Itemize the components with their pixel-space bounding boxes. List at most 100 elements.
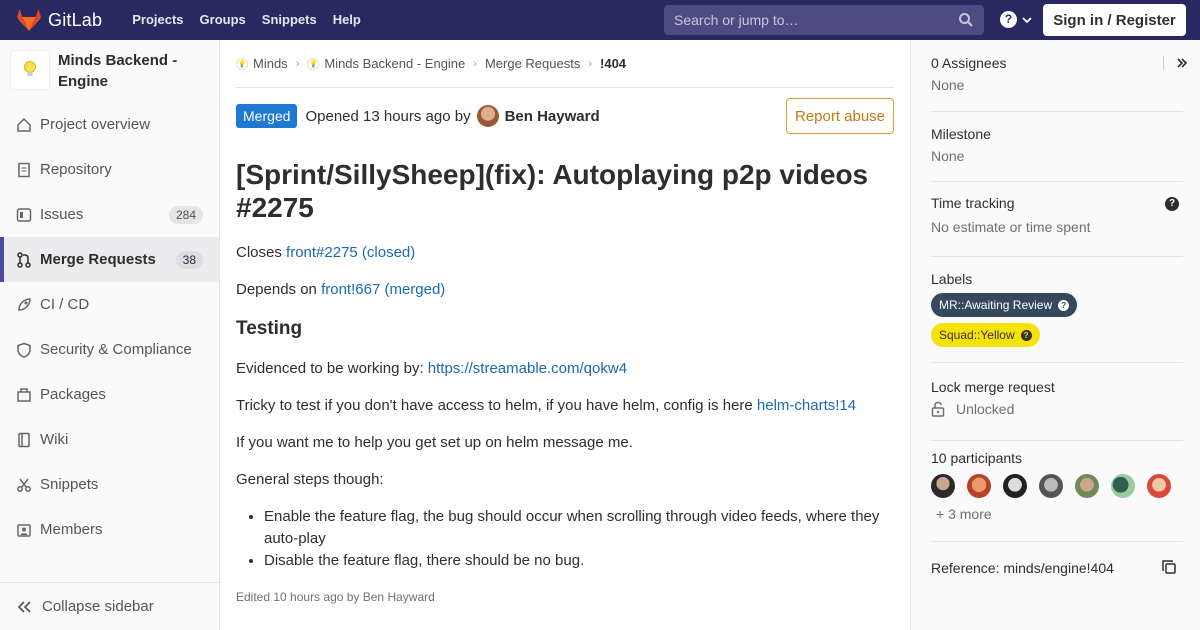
sidebar-item-label: Repository	[40, 161, 112, 178]
sidebar-item-label: Project overview	[40, 116, 151, 133]
project-header[interactable]: Minds Backend - Engine	[10, 50, 210, 92]
avatar[interactable]	[1003, 474, 1027, 498]
assignees-value: None	[931, 77, 965, 93]
double-chevron-left-icon	[17, 600, 31, 613]
question-icon: ?	[1058, 299, 1070, 311]
help-dropdown[interactable]: ?	[1000, 11, 1032, 28]
nav-projects[interactable]: Projects	[124, 0, 191, 40]
author-avatar[interactable]	[476, 105, 499, 127]
sidebar-item-label: Snippets	[40, 476, 99, 493]
avatar[interactable]	[1111, 474, 1135, 498]
nav-snippets[interactable]: Snippets	[254, 0, 325, 40]
assignees-label: 0 Assignees	[931, 55, 1007, 71]
breadcrumb-item-current[interactable]: !404	[600, 56, 626, 71]
sidebar-item-label: Issues	[40, 206, 84, 223]
sidebar-item-packages[interactable]: Packages	[0, 372, 219, 417]
sidebar-item-security[interactable]: Security & Compliance	[0, 327, 219, 372]
question-icon[interactable]: ?	[1165, 197, 1179, 211]
shield-icon	[16, 342, 32, 358]
gitlab-logo-icon	[17, 9, 41, 31]
breadcrumb-item-minds[interactable]: 💡 Minds	[236, 56, 288, 71]
breadcrumb-item-merge-requests[interactable]: Merge Requests	[485, 56, 580, 71]
report-abuse-button[interactable]: Report abuse	[786, 98, 894, 134]
steps-list: Enable the feature flag, the bug should …	[264, 506, 896, 572]
book-icon	[16, 432, 32, 448]
label-text: Squad::Yellow	[939, 328, 1015, 342]
list-item: Disable the feature flag, there should b…	[264, 550, 896, 572]
more-participants-link[interactable]: + 3 more	[936, 506, 1183, 522]
avatar[interactable]	[1039, 474, 1063, 498]
closes-line: Closes front#2275 (closed)	[236, 242, 896, 263]
package-icon	[16, 387, 32, 403]
nav-groups[interactable]: Groups	[192, 0, 254, 40]
merge-request-icon	[16, 251, 32, 268]
sidebar-item-repository[interactable]: Repository	[0, 147, 219, 192]
milestone-block: Milestone None	[931, 126, 1183, 182]
label-mr-awaiting-review[interactable]: MR::Awaiting Review ?	[931, 293, 1078, 317]
lightbulb-icon: 💡	[236, 57, 248, 70]
chevron-down-icon	[1022, 16, 1032, 23]
sidebar-item-merge-requests[interactable]: Merge Requests 38	[0, 237, 219, 282]
lock-value: Unlocked	[956, 401, 1015, 417]
general-steps-line: General steps though:	[236, 471, 384, 488]
main-content: 💡 Minds › 💡 Minds Backend - Engine › Mer…	[220, 40, 910, 630]
copy-icon[interactable]	[1161, 559, 1177, 575]
question-icon: ?	[1020, 329, 1032, 341]
collapse-sidebar-button[interactable]: Collapse sidebar	[0, 582, 219, 630]
depends-line: Depends on front!667 (merged)	[236, 279, 896, 300]
closes-prefix: Closes	[236, 244, 287, 261]
mr-header: Merged Opened 13 hours ago by Ben Haywar…	[236, 98, 894, 134]
assignees-block: 0 Assignees None	[931, 55, 1183, 112]
status-badge: Merged	[236, 104, 298, 128]
breadcrumb-label: Minds	[253, 56, 288, 71]
issues-count-badge: 284	[168, 205, 203, 224]
milestone-label: Milestone	[931, 126, 991, 142]
nav-help[interactable]: Help	[325, 0, 369, 40]
label-text: MR::Awaiting Review	[939, 298, 1053, 312]
home-icon	[16, 117, 32, 133]
page-title: [Sprint/SillySheep](fix): Autoplaying p2…	[236, 159, 869, 223]
depends-link[interactable]: front!667 (merged)	[321, 281, 445, 298]
sidebar-item-wiki[interactable]: Wiki	[0, 417, 219, 462]
lock-open-icon	[931, 401, 945, 417]
sidebar-item-snippets[interactable]: Snippets	[0, 462, 219, 507]
time-tracking-block: Time tracking ? No estimate or time spen…	[931, 195, 1183, 257]
author-name[interactable]: Ben Hayward	[505, 108, 600, 125]
users-icon	[16, 522, 32, 538]
breadcrumb-item-project[interactable]: 💡 Minds Backend - Engine	[307, 56, 465, 71]
sidebar-item-members[interactable]: Members	[0, 507, 219, 552]
sign-in-button[interactable]: Sign in / Register	[1043, 4, 1186, 36]
tricky-text: Tricky to test if you don't have access …	[236, 397, 757, 414]
project-name: Minds Backend - Engine	[58, 52, 178, 90]
avatar[interactable]	[931, 474, 955, 498]
brand-name: GitLab	[48, 9, 103, 30]
sidebar-item-label: Members	[40, 521, 103, 538]
avatar[interactable]	[1147, 474, 1171, 498]
scissors-icon	[16, 477, 32, 493]
project-avatar	[10, 50, 50, 90]
avatar[interactable]	[1075, 474, 1099, 498]
merge-requests-count-badge: 38	[175, 250, 203, 269]
evidence-link[interactable]: https://streamable.com/qokw4	[428, 360, 627, 377]
gitlab-home-link[interactable]: GitLab	[16, 0, 102, 40]
sidebar-item-label: Security & Compliance	[40, 341, 192, 358]
lock-label: Lock merge request	[931, 379, 1055, 395]
list-item: Enable the feature flag, the bug should …	[264, 506, 896, 550]
sidebar-item-issues[interactable]: Issues 284	[0, 192, 219, 237]
reference-text: Reference: minds/engine!404	[931, 560, 1114, 576]
closes-link[interactable]: front#2275 (closed)	[286, 244, 415, 261]
sidebar-item-label: Merge Requests	[40, 251, 156, 268]
search-input[interactable]	[664, 12, 949, 28]
help-line: If you want me to help you get set up on…	[236, 434, 633, 451]
sidebar-item-project-overview[interactable]: Project overview	[0, 102, 219, 147]
sidebar-item-ci-cd[interactable]: CI / CD	[0, 282, 219, 327]
search-box[interactable]	[664, 5, 984, 35]
helm-charts-link[interactable]: helm-charts!14	[757, 397, 856, 414]
lock-block: Lock merge request Unlocked	[931, 379, 1183, 441]
time-tracking-label: Time tracking	[931, 195, 1015, 211]
testing-heading: Testing	[236, 318, 303, 339]
avatar[interactable]	[967, 474, 991, 498]
label-squad-yellow[interactable]: Squad::Yellow ?	[931, 323, 1040, 347]
opened-text: Opened 13 hours ago by	[305, 107, 471, 125]
doc-icon	[16, 162, 32, 178]
